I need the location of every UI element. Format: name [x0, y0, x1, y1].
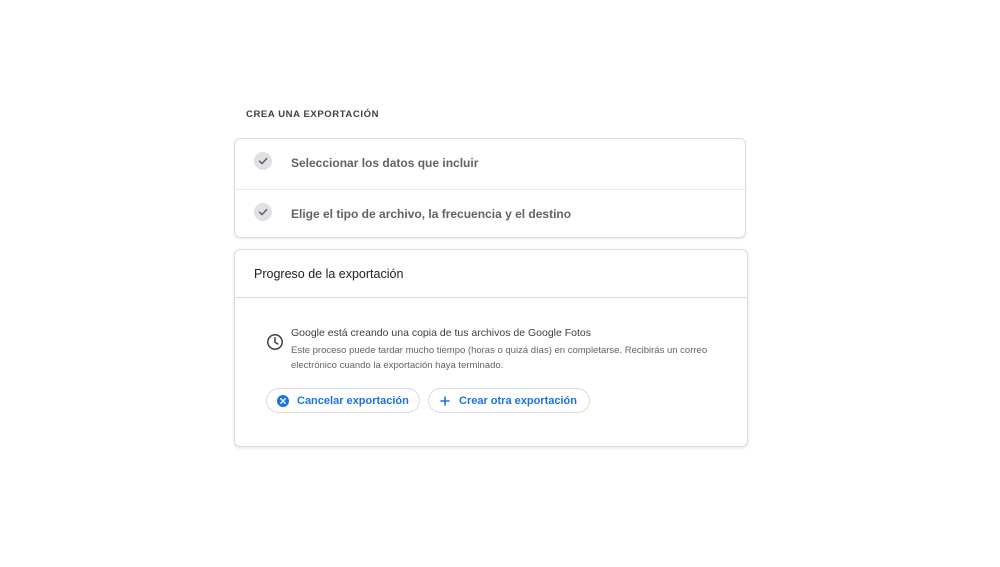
progress-title: Progreso de la exportación	[254, 267, 404, 281]
create-export-label: Crear otra exportación	[459, 394, 577, 407]
steps-card: Seleccionar los datos que incluir Elige …	[234, 138, 746, 238]
cancel-export-label: Cancelar exportación	[297, 394, 409, 407]
create-another-export-button[interactable]: Crear otra exportación	[428, 388, 590, 413]
step-select-data[interactable]: Seleccionar los datos que incluir	[235, 139, 745, 189]
section-title: CREA UNA EXPORTACIÓN	[246, 109, 380, 120]
cancel-circle-icon	[277, 394, 289, 407]
plus-icon	[439, 395, 451, 407]
step-file-type[interactable]: Elige el tipo de archivo, la frecuencia …	[235, 189, 745, 240]
step-label: Elige el tipo de archivo, la frecuencia …	[291, 207, 572, 221]
check-icon	[254, 203, 272, 221]
progress-header: Progreso de la exportación	[235, 250, 747, 298]
clock-icon	[266, 333, 284, 351]
cancel-export-button[interactable]: Cancelar exportación	[266, 388, 420, 413]
export-progress-card: Progreso de la exportación Google está c…	[234, 249, 748, 447]
progress-detail: Este proceso puede tardar mucho tiempo (…	[291, 345, 708, 371]
export-page: CREA UNA EXPORTACIÓN Seleccionar los dat…	[0, 0, 1000, 567]
progress-message: Google está creando una copia de tus arc…	[291, 327, 592, 339]
step-label: Seleccionar los datos que incluir	[291, 156, 479, 170]
check-icon	[254, 152, 272, 170]
